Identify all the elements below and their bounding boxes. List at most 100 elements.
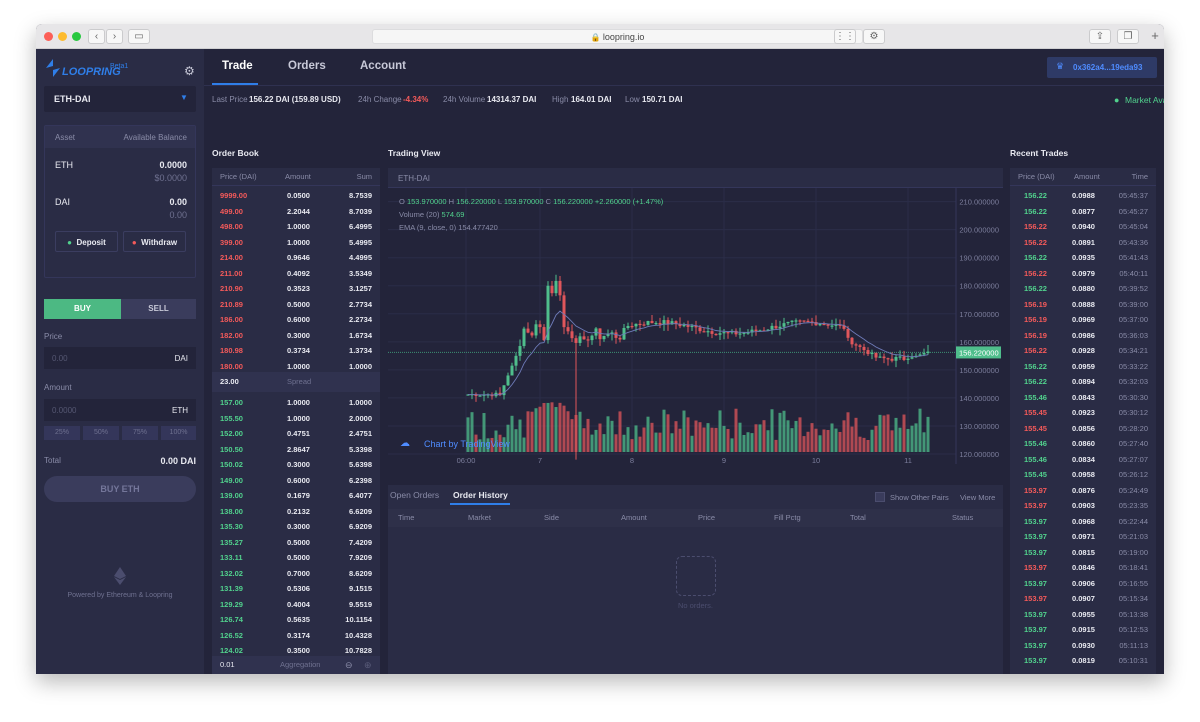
ask-row[interactable]: 182.00 0.3000 1.6734 — [212, 328, 380, 344]
settings-gear-icon[interactable]: ⚙ — [184, 64, 195, 78]
tab-account[interactable]: Account — [360, 60, 406, 72]
ask-row[interactable]: 210.89 0.5000 2.7734 — [212, 297, 380, 313]
buy-eth-submit-button[interactable]: BUY ETH — [44, 476, 196, 502]
bid-row[interactable]: 150.02 0.3000 5.6398 — [212, 457, 380, 473]
trade-time: 05:19:00 — [1118, 547, 1148, 557]
trade-price: 156.22 — [1024, 237, 1047, 247]
volume-bar — [906, 428, 910, 452]
sidebar-toggle-button[interactable]: ▭ — [128, 29, 150, 44]
ask-row[interactable]: 498.00 1.0000 6.4995 — [212, 219, 380, 235]
candle-body — [718, 333, 722, 335]
volume-bar — [754, 424, 758, 452]
trade-row: 156.22 0.0928 05:34:21 — [1010, 343, 1156, 359]
volume-bar — [850, 426, 854, 452]
bid-amount: 0.3000 — [287, 460, 310, 469]
ask-row[interactable]: 186.00 0.6000 2.2734 — [212, 312, 380, 328]
col-market: Market — [468, 513, 491, 522]
tab-order-history[interactable]: Order History — [453, 490, 508, 500]
pct-100-button[interactable]: 100% — [161, 426, 196, 440]
new-tab-icon[interactable]: + — [1146, 29, 1164, 44]
ask-row[interactable]: 180.98 0.3734 1.3734 — [212, 343, 380, 359]
ask-row[interactable]: 9999.00 0.0500 8.7539 — [212, 188, 380, 204]
minus-icon[interactable]: ⊖ — [345, 656, 353, 674]
amount-input[interactable]: 0.0000 ETH — [44, 399, 196, 421]
tabs-icon[interactable]: ❐ — [1117, 29, 1139, 44]
address-bar[interactable]: 🔒 loopring.io↻ — [372, 29, 863, 44]
total-value: 0.00 DAI — [160, 456, 196, 466]
ask-amount: 0.0500 — [287, 191, 310, 200]
empty-box-icon — [676, 556, 716, 596]
tradingview-watermark[interactable]: Chart by TradingView — [424, 439, 510, 449]
bid-row[interactable]: 135.30 0.3000 6.9209 — [212, 519, 380, 535]
minimize-window-button[interactable] — [58, 32, 67, 41]
ask-sum: 8.7539 — [349, 191, 372, 200]
zoom-window-button[interactable] — [72, 32, 81, 41]
candle-body — [866, 350, 870, 355]
view-more-link[interactable]: View More — [960, 493, 995, 502]
sell-tab[interactable]: SELL — [121, 299, 196, 319]
candle-body — [554, 280, 558, 294]
pct-50-button[interactable]: 50% — [83, 426, 119, 440]
wallet-button[interactable]: ♛ 0x362a4...19eda93 — [1047, 57, 1157, 78]
candle-body — [910, 357, 914, 359]
ask-row[interactable]: 214.00 0.9646 4.4995 — [212, 250, 380, 266]
volume-bar — [598, 423, 602, 452]
ask-amount: 0.5000 — [287, 299, 310, 309]
ohlc-close: 156.220000 — [553, 197, 593, 206]
ask-row[interactable]: 399.00 1.0000 5.4995 — [212, 235, 380, 251]
candle-body — [690, 325, 694, 328]
price-input[interactable]: 0.00 DAI — [44, 347, 196, 369]
withdraw-button[interactable]: ● Withdraw — [123, 231, 186, 252]
bid-row[interactable]: 138.00 0.2132 6.6209 — [212, 504, 380, 520]
bid-row[interactable]: 139.00 0.1679 6.4077 — [212, 488, 380, 504]
extension-icon[interactable]: ⚙ — [863, 29, 885, 44]
forward-button[interactable]: › — [106, 29, 123, 44]
buy-tab[interactable]: BUY — [44, 299, 121, 319]
pct-75-button[interactable]: 75% — [122, 426, 158, 440]
bid-row[interactable]: 149.00 0.6000 6.2398 — [212, 473, 380, 489]
trade-time: 05:11:13 — [1119, 640, 1148, 650]
share-icon[interactable]: ⇪ — [1089, 29, 1111, 44]
ask-row[interactable]: 211.00 0.4092 3.5349 — [212, 266, 380, 282]
pct-25-button[interactable]: 25% — [44, 426, 80, 440]
bid-row[interactable]: 157.00 1.0000 1.0000 — [212, 395, 380, 411]
grid-icon[interactable]: ⋮⋮ — [834, 29, 856, 44]
bid-row[interactable]: 126.74 0.5635 10.1154 — [212, 612, 380, 628]
trade-time: 05:39:52 — [1118, 284, 1148, 293]
deposit-button[interactable]: ● Deposit — [55, 231, 118, 252]
bid-row[interactable]: 135.27 0.5000 7.4209 — [212, 535, 380, 551]
close-window-button[interactable] — [44, 32, 53, 41]
bid-sum: 9.1515 — [349, 584, 372, 593]
bid-sum: 5.3398 — [349, 444, 372, 454]
bid-row[interactable]: 126.52 0.3174 10.4328 — [212, 628, 380, 644]
bid-row[interactable]: 132.02 0.7000 8.6209 — [212, 566, 380, 582]
active-tab-indicator — [212, 83, 258, 85]
volume-bar — [826, 430, 830, 452]
volume-bar — [886, 414, 890, 452]
ask-row[interactable]: 210.90 0.3523 3.1257 — [212, 281, 380, 297]
bid-row[interactable]: 129.29 0.4004 9.5519 — [212, 597, 380, 613]
market-select[interactable]: ETH-DAI ▼ — [44, 86, 196, 112]
candle-body — [906, 358, 910, 360]
ask-row[interactable]: 499.00 2.2044 8.7039 — [212, 204, 380, 220]
volume-bar — [518, 419, 522, 452]
tab-trade[interactable]: Trade — [222, 60, 253, 72]
bid-row[interactable]: 152.00 0.4751 2.4751 — [212, 426, 380, 442]
bid-row[interactable]: 133.11 0.5000 7.9209 — [212, 550, 380, 566]
bid-row[interactable]: 131.39 0.5306 9.1515 — [212, 581, 380, 597]
tab-orders[interactable]: Orders — [288, 60, 326, 72]
bid-amount: 0.3000 — [287, 522, 310, 531]
trade-price: 155.46 — [1024, 454, 1047, 464]
volume-bar — [698, 422, 702, 452]
bid-row[interactable]: 150.50 2.8647 5.3398 — [212, 442, 380, 458]
plus-icon[interactable]: ⊕ — [364, 656, 372, 674]
volume-bar — [618, 411, 622, 452]
show-other-pairs-checkbox[interactable] — [875, 492, 885, 502]
tab-open-orders[interactable]: Open Orders — [390, 490, 439, 500]
bid-row[interactable]: 155.50 1.0000 2.0000 — [212, 411, 380, 427]
market-status-text: Market Available — [1125, 95, 1164, 105]
bid-price: 152.00 — [220, 429, 243, 438]
back-button[interactable]: ‹ — [88, 29, 105, 44]
candle-body — [710, 331, 714, 334]
trade-price: 156.19 — [1024, 299, 1047, 309]
